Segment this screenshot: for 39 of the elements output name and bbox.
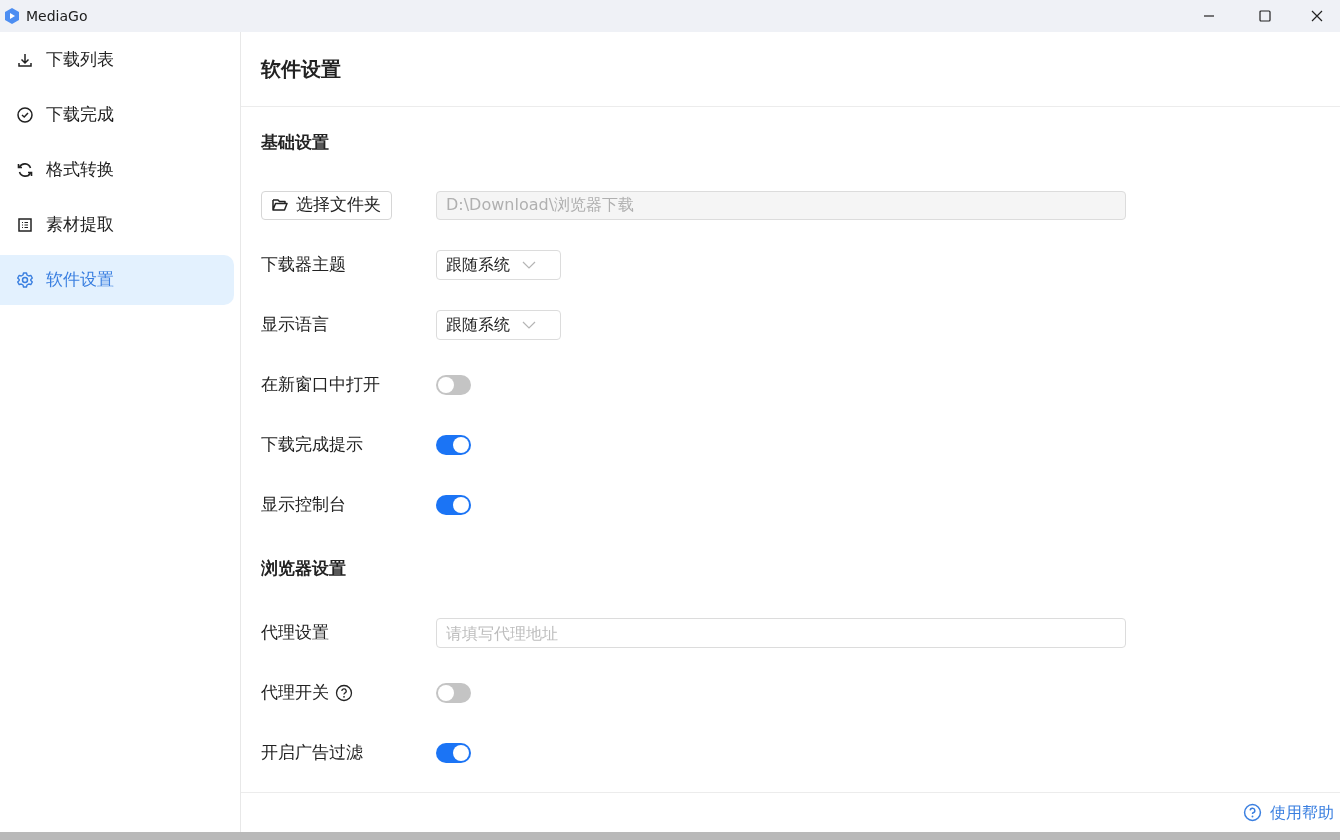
app-logo-icon <box>4 7 20 25</box>
setting-label: 下载完成提示 <box>261 433 363 457</box>
download-icon <box>16 51 34 69</box>
setting-label: 在新窗口中打开 <box>261 373 380 397</box>
sidebar-item[interactable]: 软件设置 <box>0 255 234 305</box>
help-icon <box>1243 803 1262 822</box>
sidebar-item[interactable]: 下载完成 <box>0 90 234 140</box>
chevron-down-icon <box>522 261 536 269</box>
sidebar-item[interactable]: 格式转换 <box>0 145 234 195</box>
window-title: MediaGo <box>26 6 88 26</box>
help-icon[interactable] <box>335 684 353 702</box>
section-heading: 浏览器设置 <box>261 557 347 580</box>
help-link[interactable]: 使用帮助 <box>1243 800 1334 825</box>
setting-label: 显示语言 <box>261 313 329 337</box>
refresh-icon <box>16 161 34 179</box>
toggle-switch[interactable] <box>436 375 471 395</box>
setting-label: 下载器主题 <box>261 253 346 277</box>
check-circle-icon <box>16 106 34 124</box>
chevron-down-icon <box>522 321 536 329</box>
toggle-switch[interactable] <box>436 435 471 455</box>
settings-icon <box>16 271 34 289</box>
sidebar-item[interactable]: 素材提取 <box>0 200 234 250</box>
section-heading: 基础设置 <box>261 131 330 154</box>
toggle-switch[interactable] <box>436 683 471 703</box>
sidebar-item[interactable]: 下载列表 <box>0 35 234 85</box>
setting-label: 显示控制台 <box>261 493 346 517</box>
dropdown[interactable]: 跟随系统 <box>436 250 561 280</box>
setting-label: 代理设置 <box>261 621 329 645</box>
dropdown[interactable]: 跟随系统 <box>436 310 561 340</box>
setting-label: 开启广告过滤 <box>261 741 363 765</box>
setting-label: 代理开关 <box>261 681 329 705</box>
page-title: 软件设置 <box>261 56 341 83</box>
proxy-address-field[interactable]: 请填写代理地址 <box>436 618 1126 648</box>
close-icon <box>1311 10 1323 22</box>
maximize-icon <box>1259 10 1271 22</box>
folder-icon <box>272 198 288 212</box>
toggle-switch[interactable] <box>436 495 471 515</box>
list-icon <box>16 216 34 234</box>
toggle-switch[interactable] <box>436 743 471 763</box>
